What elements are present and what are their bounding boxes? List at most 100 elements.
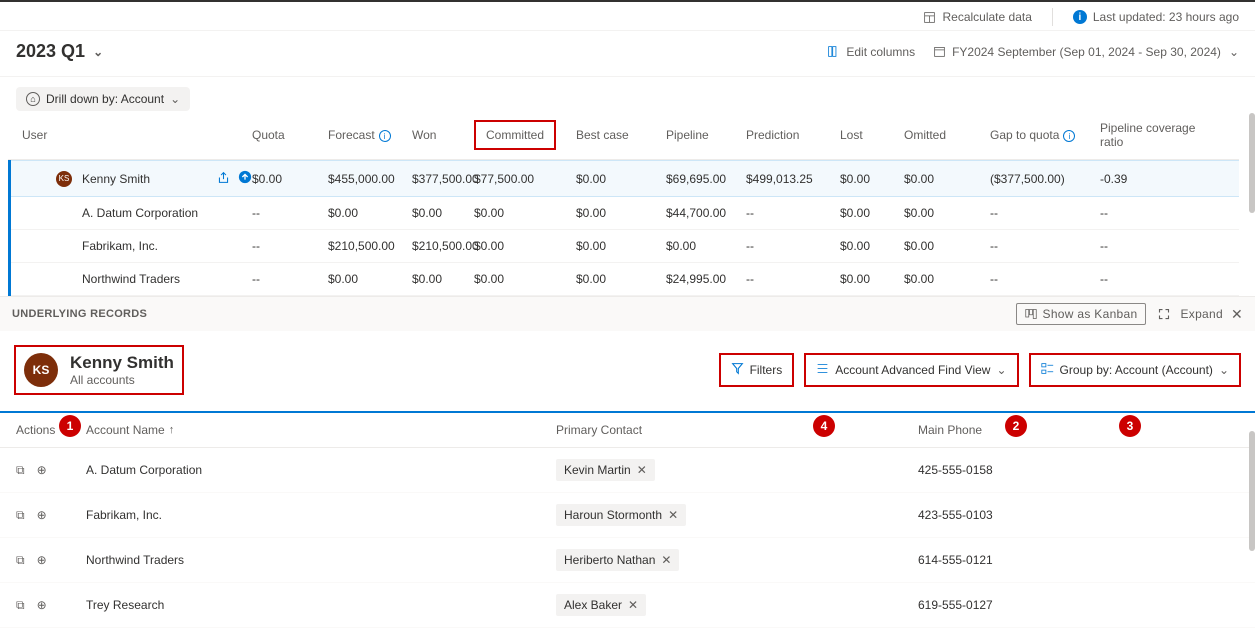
chevron-down-icon: ⌄: [996, 363, 1006, 377]
record-name: A. Datum Corporation: [86, 463, 556, 477]
record-row[interactable]: ⧉ ⊕ Fabrikam, Inc.Haroun Stormonth✕ 423-555…: [0, 493, 1255, 538]
add-icon[interactable]: ⊕: [37, 508, 47, 522]
col-gap[interactable]: Gap to quotai: [990, 128, 1100, 143]
kanban-label: Show as Kanban: [1043, 307, 1138, 321]
groupby-label: Group by: Account (Account): [1060, 363, 1213, 377]
open-icon[interactable]: ⧉: [16, 598, 25, 613]
show-as-kanban-button[interactable]: Show as Kanban: [1016, 303, 1147, 325]
period-label: 2023 Q1: [16, 41, 85, 62]
remove-icon[interactable]: ✕: [668, 508, 678, 522]
col-prediction[interactable]: Prediction: [746, 128, 840, 142]
info-icon: i: [379, 130, 391, 142]
up-circle-icon[interactable]: [238, 170, 252, 187]
col-ratio[interactable]: Pipeline coverage ratio: [1100, 121, 1220, 149]
record-phone: 425-555-0158: [918, 463, 1118, 477]
rec-col-contact[interactable]: Primary Contact: [556, 423, 918, 437]
grid-body: KSKenny Smith$0.00$455,000.00$377,500.00…: [8, 160, 1239, 296]
filters-button[interactable]: Filters: [719, 353, 795, 387]
groupby-selector[interactable]: Group by: Account (Account) ⌄: [1029, 353, 1241, 387]
col-won[interactable]: Won: [412, 128, 474, 142]
col-best[interactable]: Best case: [576, 128, 666, 142]
record-phone: 423-555-0103: [918, 508, 1118, 522]
view-selector[interactable]: Account Advanced Find View ⌄: [804, 353, 1018, 387]
top-status-bar: Recalculate data i Last updated: 23 hour…: [0, 0, 1255, 31]
fiscal-label: FY2024 September (Sep 01, 2024 - Sep 30,…: [952, 45, 1221, 59]
grid-row[interactable]: KSKenny Smith$0.00$455,000.00$377,500.00…: [11, 160, 1239, 197]
share-icon[interactable]: [217, 171, 230, 187]
recalculate-icon: [923, 11, 936, 24]
edit-columns-button[interactable]: Edit columns: [827, 45, 915, 59]
record-row[interactable]: ⧉ ⊕ Northwind TradersHeriberto Nathan✕ 614-…: [0, 538, 1255, 583]
remove-icon[interactable]: ✕: [637, 463, 647, 477]
forecast-grid: User Quota Forecasti Won Committed Best …: [0, 111, 1255, 296]
avatar: KS: [56, 171, 72, 187]
record-row[interactable]: ⧉ ⊕ A. Datum CorporationKevin Martin✕ 425-5…: [0, 448, 1255, 493]
recalculate-label: Recalculate data: [942, 10, 1031, 24]
vertical-scrollbar[interactable]: [1245, 111, 1255, 296]
last-updated: i Last updated: 23 hours ago: [1073, 10, 1239, 24]
record-phone: 614-555-0121: [918, 553, 1118, 567]
col-committed[interactable]: Committed: [474, 128, 576, 142]
record-row[interactable]: ⧉⊕Trey ResearchAlex Baker✕619-555-0127: [0, 583, 1255, 628]
info-icon: i: [1063, 130, 1075, 142]
underlying-records-header: UNDERLYING RECORDS Show as Kanban Expand…: [0, 296, 1255, 331]
rec-col-name[interactable]: Account Name↑: [86, 423, 556, 437]
col-omitted[interactable]: Omitted: [904, 128, 990, 142]
col-pipeline[interactable]: Pipeline: [666, 128, 746, 142]
contact-chip[interactable]: Haroun Stormonth✕: [556, 504, 686, 526]
sort-asc-icon: ↑: [169, 424, 175, 436]
callout-user-box: KS Kenny Smith All accounts: [14, 345, 184, 395]
contact-chip[interactable]: Kevin Martin✕: [556, 459, 655, 481]
open-icon[interactable]: ⧉: [16, 508, 25, 523]
remove-icon[interactable]: ✕: [661, 553, 671, 567]
row-user-name: Northwind Traders: [22, 272, 252, 286]
close-icon[interactable]: ✕: [1231, 306, 1243, 323]
open-icon[interactable]: ⧉: [16, 553, 25, 568]
add-icon[interactable]: ⊕: [37, 463, 47, 477]
expand-label[interactable]: Expand: [1180, 307, 1223, 321]
list-icon: [816, 362, 829, 378]
grid-row[interactable]: Northwind Traders--$0.00$0.00$0.00$0.00$…: [11, 263, 1239, 296]
record-name: Northwind Traders: [86, 553, 556, 567]
detail-user-sub: All accounts: [70, 373, 174, 387]
drill-icon: [26, 92, 40, 106]
calendar-icon: [933, 45, 946, 58]
vertical-scrollbar[interactable]: [1245, 431, 1255, 628]
underlying-detail: KS Kenny Smith All accounts Filters Acco…: [0, 331, 1255, 628]
col-user[interactable]: User: [22, 128, 252, 142]
col-quota[interactable]: Quota: [252, 128, 328, 142]
chevron-down-icon: ⌄: [170, 92, 180, 106]
info-icon: i: [1073, 10, 1087, 24]
record-name: Fabrikam, Inc.: [86, 508, 556, 522]
chevron-down-icon: ⌄: [93, 45, 103, 59]
remove-icon[interactable]: ✕: [628, 598, 638, 612]
col-lost[interactable]: Lost: [840, 128, 904, 142]
open-icon[interactable]: ⧉: [16, 463, 25, 478]
records-columns-header: Actions Account Name↑ Primary Contact Ma…: [0, 411, 1255, 448]
grid-row[interactable]: A. Datum Corporation--$0.00$0.00$0.00$0.…: [11, 197, 1239, 230]
kanban-icon: [1025, 308, 1037, 320]
divider: [1052, 8, 1053, 26]
last-updated-label: Last updated: 23 hours ago: [1093, 10, 1239, 24]
view-label: Account Advanced Find View: [835, 363, 990, 377]
col-forecast[interactable]: Forecasti: [328, 128, 412, 143]
drill-down-pill[interactable]: Drill down by: Account ⌄: [16, 87, 190, 111]
add-icon[interactable]: ⊕: [37, 598, 47, 612]
filters-label: Filters: [750, 363, 783, 377]
expand-icon[interactable]: [1158, 308, 1170, 320]
contact-chip[interactable]: Heriberto Nathan✕: [556, 549, 679, 571]
columns-icon: [827, 45, 840, 58]
recalculate-link[interactable]: Recalculate data: [923, 10, 1031, 24]
grid-row[interactable]: Fabrikam, Inc.--$210,500.00$210,500.00$0…: [11, 230, 1239, 263]
record-name: Trey Research: [86, 598, 556, 612]
row-user-name: Fabrikam, Inc.: [22, 239, 252, 253]
add-icon[interactable]: ⊕: [37, 553, 47, 567]
contact-chip[interactable]: Alex Baker✕: [556, 594, 646, 616]
row-user-name: A. Datum Corporation: [22, 206, 252, 220]
callout-1: 1: [59, 415, 81, 437]
grid-columns-header: User Quota Forecasti Won Committed Best …: [8, 111, 1239, 160]
fiscal-period-selector[interactable]: FY2024 September (Sep 01, 2024 - Sep 30,…: [933, 45, 1239, 59]
callout-4: 4: [813, 415, 835, 437]
row-user-name: Kenny Smith: [82, 172, 150, 186]
period-selector[interactable]: 2023 Q1 ⌄: [16, 41, 103, 62]
